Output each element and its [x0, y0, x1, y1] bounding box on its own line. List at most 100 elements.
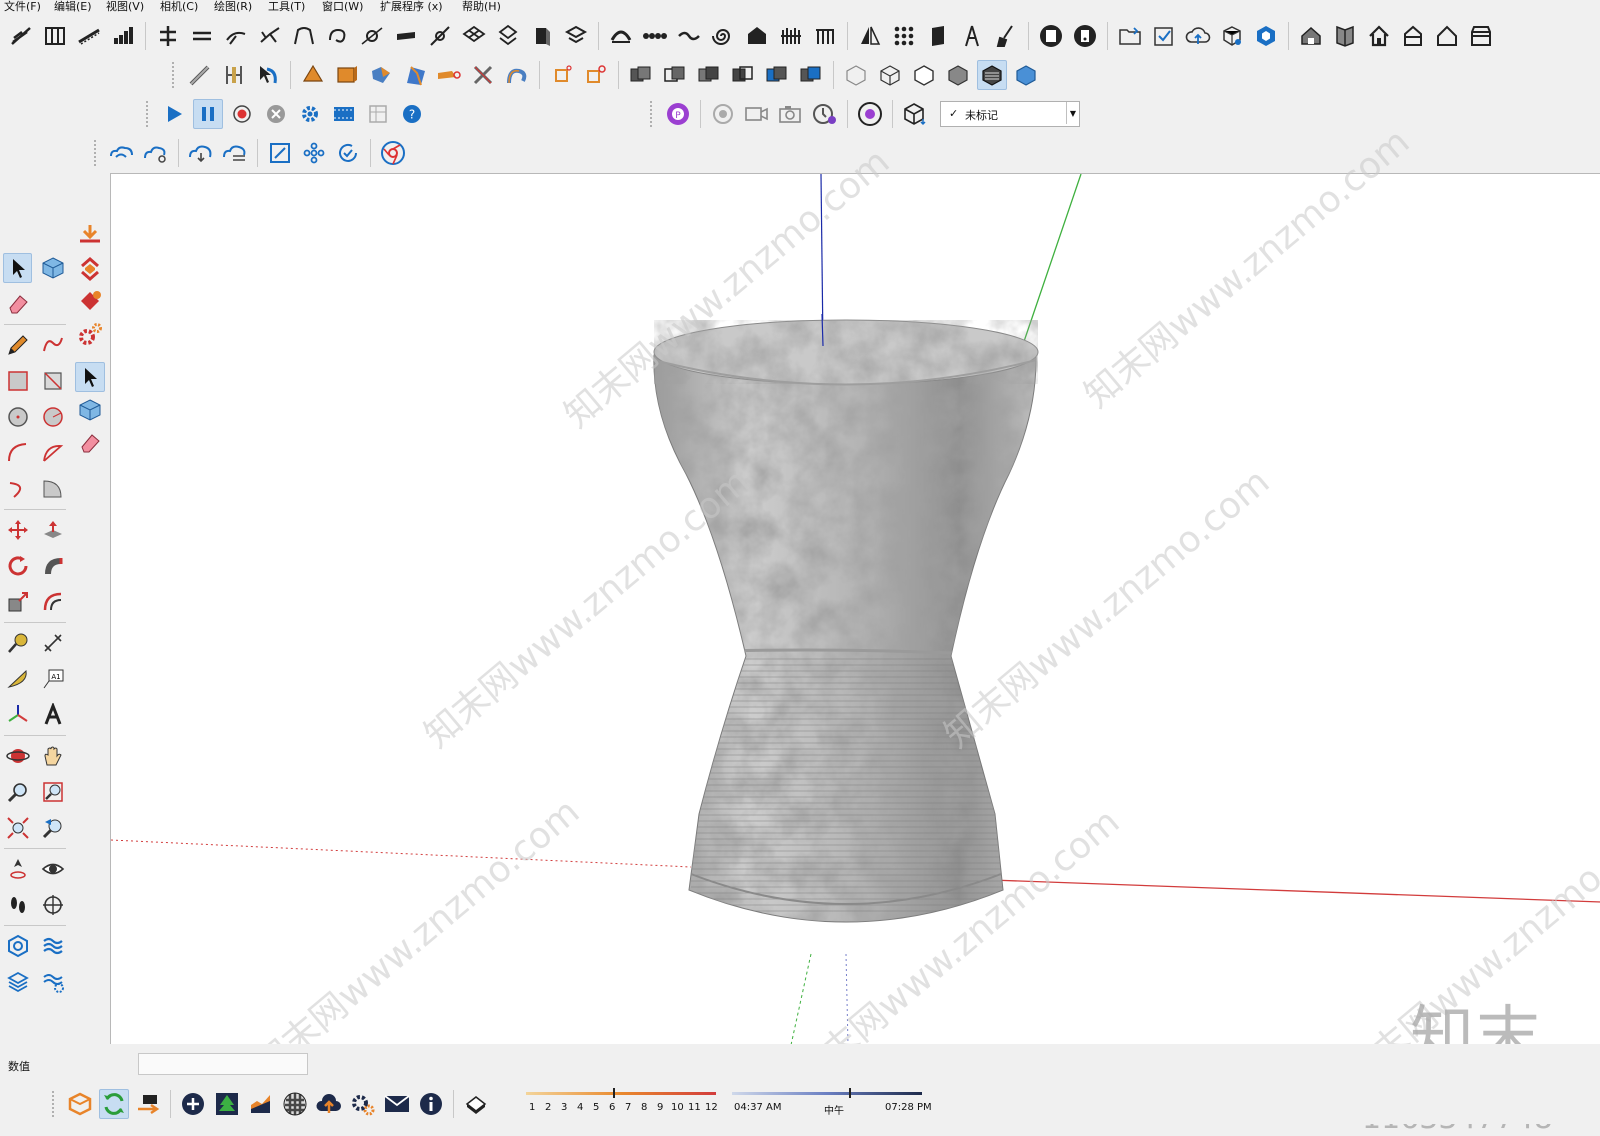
offset-lines-icon[interactable] — [187, 21, 217, 51]
device-icon[interactable] — [1070, 21, 1100, 51]
sync-hexagon-icon[interactable] — [1251, 21, 1281, 51]
curve-loop-icon[interactable] — [323, 21, 353, 51]
curve-tube-icon[interactable] — [502, 60, 532, 90]
follow-me-icon[interactable] — [38, 551, 67, 581]
expand-chevrons-icon[interactable] — [75, 254, 105, 284]
grid-plane-icon[interactable] — [459, 21, 489, 51]
hidden-line-style-icon[interactable] — [909, 60, 939, 90]
house-front-icon[interactable] — [1398, 21, 1428, 51]
menu-tools[interactable]: 工具(T) — [268, 0, 305, 13]
paint-bucket-icon[interactable] — [75, 287, 105, 317]
measurements-input[interactable] — [138, 1053, 308, 1075]
arch-icon[interactable] — [289, 21, 319, 51]
box-orange-icon[interactable] — [332, 60, 362, 90]
resize-frame-icon[interactable] — [265, 138, 295, 168]
eraser-secondary-icon[interactable] — [75, 428, 105, 458]
walk-footprints-icon[interactable] — [3, 890, 32, 920]
menu-camera[interactable]: 相机(C) — [160, 0, 198, 13]
shaded-style-icon[interactable] — [943, 60, 973, 90]
branch-icon[interactable] — [255, 21, 285, 51]
menu-edit[interactable]: 编辑(E) — [54, 0, 92, 13]
circle-icon[interactable] — [3, 402, 32, 432]
house-outline-icon[interactable] — [1432, 21, 1462, 51]
zoom-extents-icon[interactable] — [3, 813, 32, 843]
columns-icon[interactable] — [40, 21, 70, 51]
look-around-eye-icon[interactable] — [38, 854, 67, 884]
spiral-icon[interactable] — [708, 21, 738, 51]
gears-icon[interactable] — [75, 320, 105, 350]
orange-square-icon[interactable] — [547, 60, 577, 90]
solid-split-icon[interactable] — [796, 60, 826, 90]
grid-disabled-icon[interactable] — [363, 99, 393, 129]
tablet-icon[interactable] — [1036, 21, 1066, 51]
zoom-window-icon[interactable] — [38, 777, 67, 807]
textured-style-icon[interactable] — [977, 60, 1007, 90]
prism-orange-icon[interactable] — [298, 60, 328, 90]
wave-icon[interactable] — [674, 21, 704, 51]
three-point-arc-icon[interactable] — [3, 474, 32, 504]
video-camera-icon[interactable] — [742, 99, 772, 129]
cylinder-cut-icon[interactable] — [366, 60, 396, 90]
play-icon[interactable] — [159, 99, 189, 129]
bezier-icon[interactable] — [425, 21, 455, 51]
compass-icon[interactable] — [957, 21, 987, 51]
transfer-icon[interactable] — [133, 1089, 163, 1119]
model-viewport[interactable] — [110, 173, 1600, 1046]
railing-icon[interactable] — [810, 21, 840, 51]
orange-box-icon[interactable] — [65, 1089, 95, 1119]
target-disabled-icon[interactable] — [708, 99, 738, 129]
dots-chain-icon[interactable] — [640, 21, 670, 51]
layer-settings-icon[interactable] — [3, 931, 32, 961]
component-secondary-icon[interactable] — [75, 395, 105, 425]
rotated-rectangle-icon[interactable] — [38, 366, 67, 396]
pencil-icon[interactable] — [3, 330, 32, 360]
orbit-icon[interactable] — [3, 741, 32, 771]
settings-gear-icon[interactable] — [295, 99, 325, 129]
flower-render-icon[interactable] — [855, 99, 885, 129]
extrude-box-icon[interactable] — [527, 21, 557, 51]
axes-icon[interactable] — [3, 700, 32, 730]
panel-icon[interactable] — [923, 21, 953, 51]
tape-measure-icon[interactable] — [3, 628, 32, 658]
menu-window[interactable]: 窗口(W) — [322, 0, 363, 13]
brush-icon[interactable] — [991, 21, 1021, 51]
book-icon[interactable] — [1330, 21, 1360, 51]
plank-icon[interactable] — [391, 21, 421, 51]
3d-text-icon[interactable] — [38, 700, 67, 730]
refresh-check-icon[interactable] — [333, 138, 363, 168]
pan-hand-icon[interactable] — [38, 741, 67, 771]
push-pull-icon[interactable] — [38, 515, 67, 545]
rectangle-icon[interactable] — [3, 366, 32, 396]
folder-upload-icon[interactable] — [1115, 21, 1145, 51]
make-component-icon[interactable] — [38, 253, 67, 283]
house-iso-icon[interactable] — [1296, 21, 1326, 51]
polygon-icon[interactable] — [38, 402, 67, 432]
menu-view[interactable]: 视图(V) — [106, 0, 144, 13]
menu-draw[interactable]: 绘图(R) — [214, 0, 252, 13]
shell-icon[interactable] — [400, 60, 430, 90]
two-point-arc-icon[interactable] — [38, 438, 67, 468]
tangent-icon[interactable] — [357, 21, 387, 51]
fence-icon[interactable] — [776, 21, 806, 51]
layers-icon[interactable] — [3, 967, 32, 997]
cloud-share-icon[interactable] — [141, 138, 171, 168]
solid-subtract-icon[interactable] — [728, 60, 758, 90]
position-camera-icon[interactable] — [3, 854, 32, 884]
home-icon[interactable] — [1364, 21, 1394, 51]
cube-settings-icon[interactable] — [1217, 21, 1247, 51]
timer-add-icon[interactable] — [810, 99, 840, 129]
nodes-icon[interactable] — [299, 138, 329, 168]
chrome-ring-icon[interactable] — [378, 138, 408, 168]
solid-union-icon[interactable] — [626, 60, 656, 90]
eraser-icon[interactable] — [3, 289, 33, 319]
dome-icon[interactable] — [606, 21, 636, 51]
checkbox-icon[interactable] — [1149, 21, 1179, 51]
select-arrow-secondary-icon[interactable] — [75, 362, 105, 392]
rotate-icon[interactable] — [3, 551, 32, 581]
menu-file[interactable]: 文件(F) — [4, 0, 41, 13]
orange-square-target-icon[interactable] — [581, 60, 611, 90]
xray-style-icon[interactable] — [841, 60, 871, 90]
move-icon[interactable] — [3, 515, 32, 545]
plugin-p-icon[interactable]: P — [663, 99, 693, 129]
freehand-icon[interactable] — [38, 330, 67, 360]
